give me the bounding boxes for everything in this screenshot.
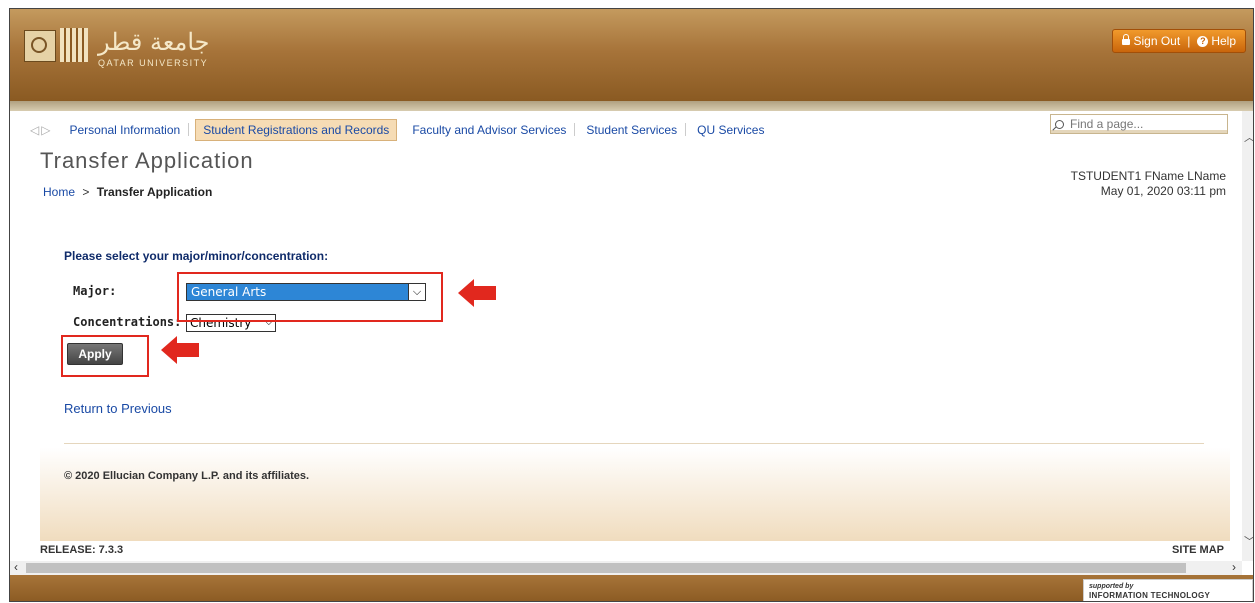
user-name: TSTUDENT1 FName LName [1070, 169, 1226, 183]
horizontal-scrollbar[interactable]: ‹ › [10, 560, 1242, 575]
search-icon [1055, 119, 1064, 129]
scroll-left-icon[interactable]: ‹ [14, 560, 18, 574]
books-icon [60, 28, 88, 62]
divider [64, 443, 1204, 444]
footer-bar [10, 575, 1253, 601]
form-panel: Please select your major/minor/concentra… [40, 229, 1230, 541]
apply-pointer-arrow-icon [161, 336, 199, 364]
user-info: TSTUDENT1 FName LName May 01, 2020 03:11… [1071, 169, 1226, 199]
header-divider [10, 101, 1253, 111]
page-title: Transfer Application [40, 148, 254, 173]
main-content: ◁ ▷ Personal Information Student Registr… [10, 111, 1242, 561]
header: جامعة قطر QATAR UNIVERSITY Sign Out | ? … [10, 9, 1253, 101]
major-label: Major: [73, 284, 117, 298]
scrollbar-thumb[interactable] [26, 563, 1186, 573]
sign-out-link[interactable]: Sign Out [1122, 34, 1180, 48]
find-page-placeholder: Find a page... [1070, 117, 1144, 131]
scroll-up-icon[interactable]: ︿ [1244, 129, 1253, 145]
current-datetime: May 01, 2020 03:11 pm [1100, 184, 1226, 198]
help-icon: ? [1197, 35, 1209, 47]
header-separator: | [1187, 34, 1191, 48]
help-label: Help [1211, 34, 1236, 48]
tab-scroll-arrows: ◁ ▷ [30, 123, 50, 137]
return-to-previous-link[interactable]: Return to Previous [64, 401, 172, 416]
lock-icon [1122, 34, 1131, 45]
account-bar: Sign Out | ? Help [1112, 29, 1246, 53]
university-emblem-icon [24, 30, 56, 62]
tab-right-arrow-icon[interactable]: ▷ [41, 123, 50, 137]
breadcrumb-home-link[interactable]: Home [43, 185, 75, 199]
logo-english-text: QATAR UNIVERSITY [98, 58, 209, 68]
qatar-university-logo[interactable]: جامعة قطر QATAR UNIVERSITY [24, 26, 209, 78]
logo-arabic-text: جامعة قطر [98, 28, 210, 56]
major-pointer-arrow-icon [458, 279, 496, 307]
breadcrumb-separator: > [82, 185, 90, 199]
vertical-scrollbar[interactable]: ︿ ﹀ [1242, 111, 1253, 561]
tab-student-services[interactable]: Student Services [579, 120, 686, 140]
browser-frame: جامعة قطر QATAR UNIVERSITY Sign Out | ? … [9, 8, 1254, 602]
scroll-down-icon[interactable]: ﹀ [1244, 533, 1253, 549]
tab-personal-information[interactable]: Personal Information [62, 120, 189, 140]
site-map-link[interactable]: SITE MAP [1172, 544, 1224, 556]
release-version: RELEASE: 7.3.3 [40, 544, 124, 556]
its-text: INFORMATION TECHNOLOGY SERVICES [1089, 591, 1210, 600]
form-heading: Please select your major/minor/concentra… [64, 249, 329, 263]
tab-faculty-advisor-services[interactable]: Faculty and Advisor Services [405, 120, 576, 140]
copyright: © 2020 Ellucian Company L.P. and its aff… [64, 470, 310, 482]
apply-highlight-box [61, 335, 149, 377]
supported-by-text: supported by [1089, 583, 1134, 590]
breadcrumb-current: Transfer Application [96, 185, 213, 199]
help-link[interactable]: ? Help [1197, 34, 1236, 48]
tab-student-registrations[interactable]: Student Registrations and Records [195, 119, 398, 141]
tab-qu-services[interactable]: QU Services [690, 120, 771, 140]
its-badge: supported by INFORMATION TECHNOLOGY SERV… [1083, 579, 1253, 601]
sign-out-label: Sign Out [1133, 34, 1181, 48]
tab-left-arrow-icon[interactable]: ◁ [30, 123, 39, 137]
nav-tabs: ◁ ▷ Personal Information Student Registr… [30, 119, 773, 141]
find-page-input[interactable]: Find a page... [1050, 114, 1228, 134]
breadcrumb: Home > Transfer Application [43, 185, 212, 199]
concentrations-label: Concentrations: [73, 315, 182, 329]
scroll-right-icon[interactable]: › [1232, 560, 1236, 574]
major-highlight-box [177, 272, 443, 322]
